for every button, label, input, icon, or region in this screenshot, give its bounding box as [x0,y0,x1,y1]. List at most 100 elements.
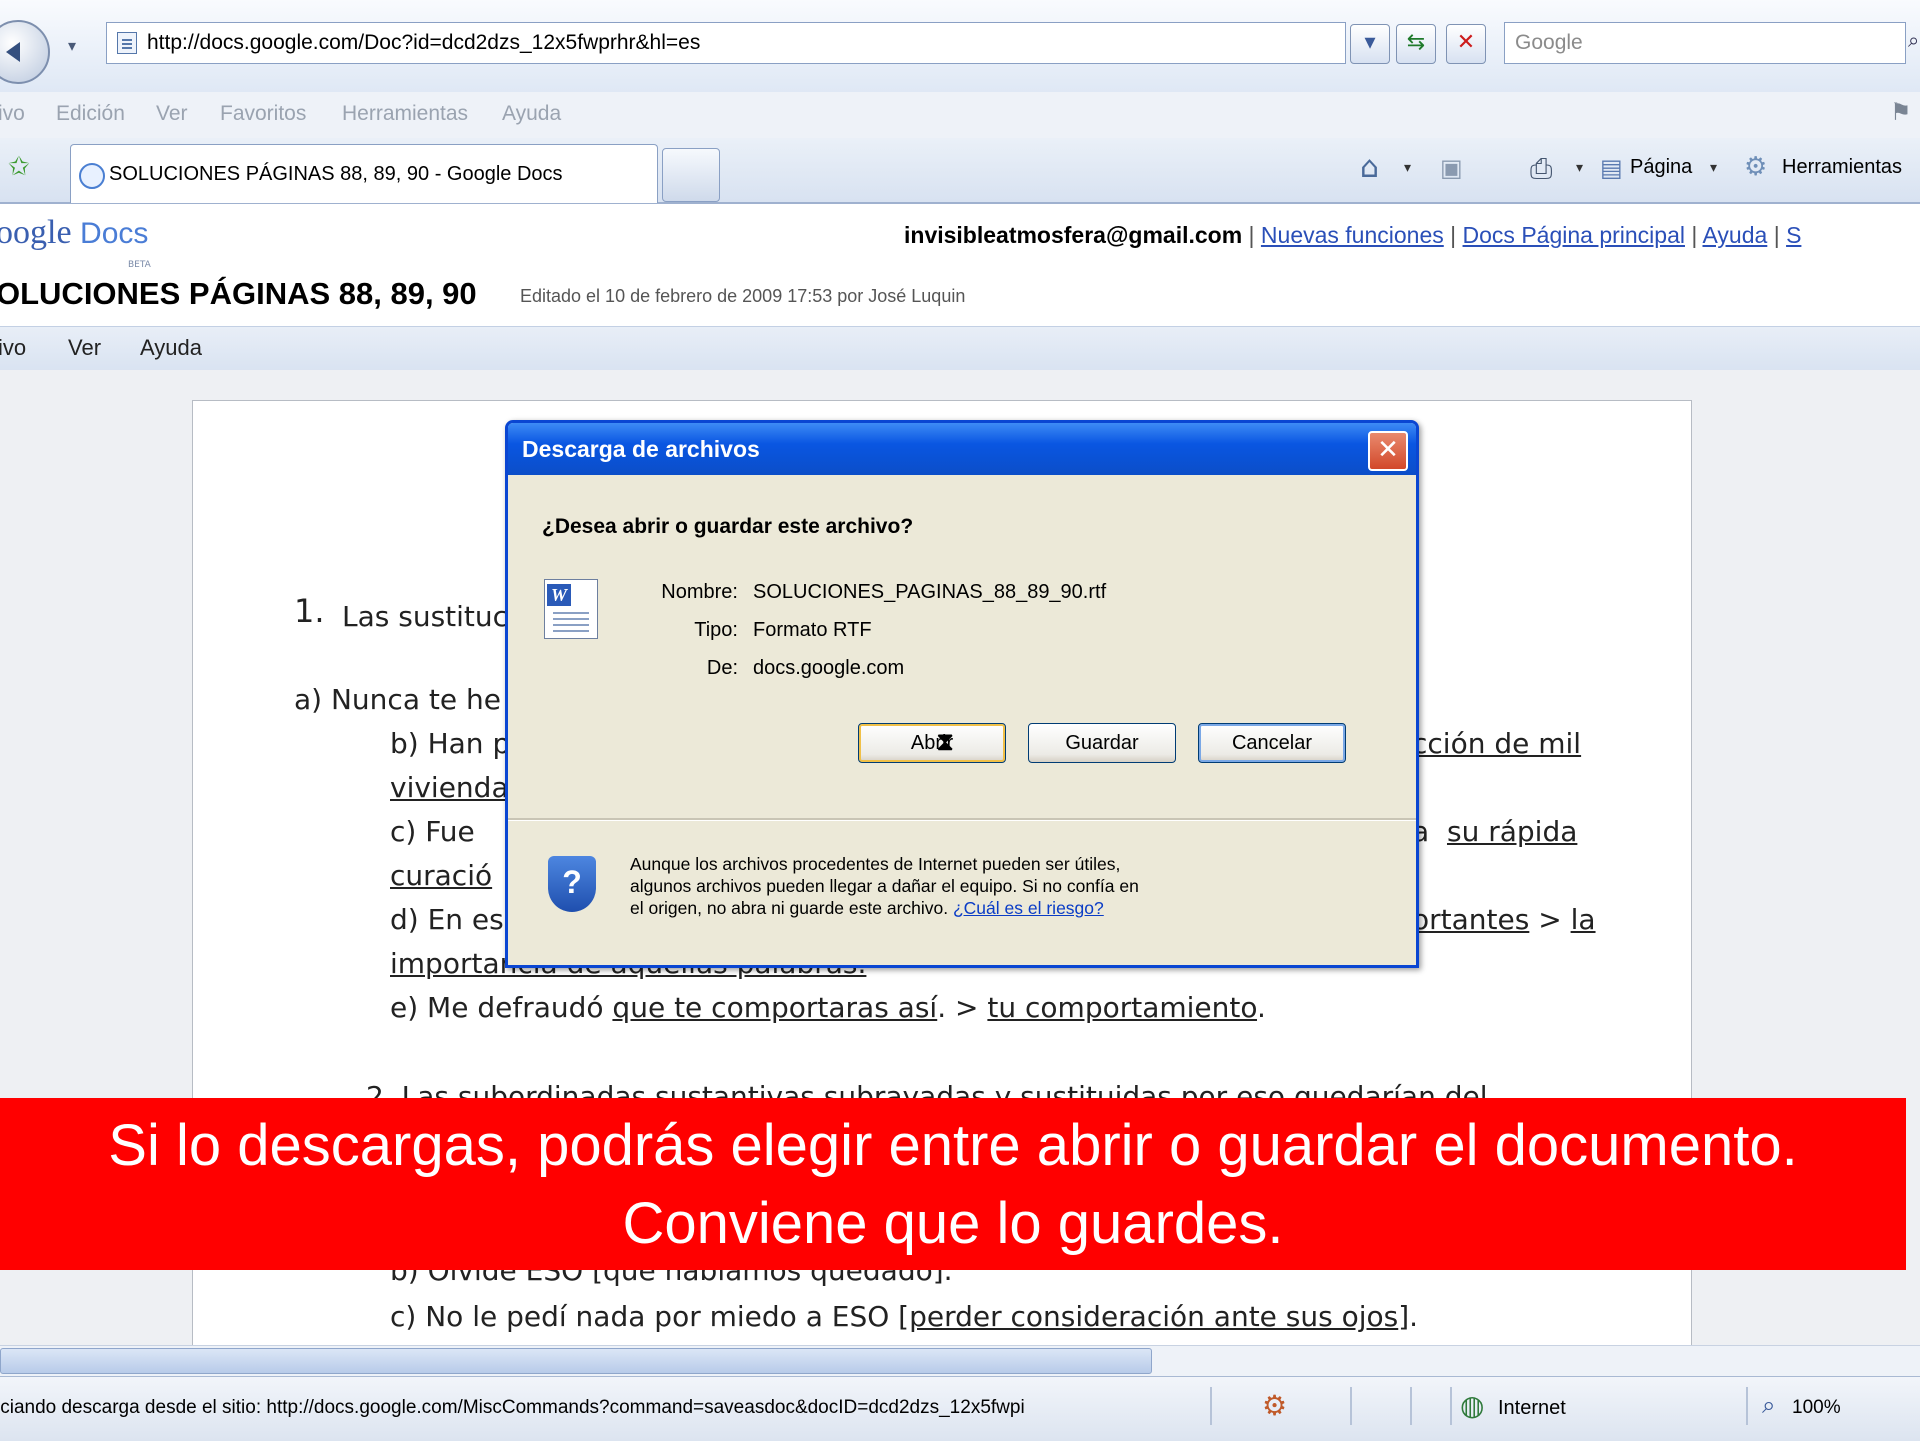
user-links: invisibleatmosfera@gmail.com | Nuevas fu… [904,222,1802,248]
dialog-title: Descarga de archivos [522,436,760,462]
home-dropdown-icon[interactable]: ▾ [1404,160,1411,176]
doc-line-c-right-u: su rápida [1446,815,1578,848]
search-placeholder: Google [1515,31,1583,54]
popup-blocker-icon[interactable]: ⚙ [1262,1389,1287,1422]
stop-icon[interactable]: ✕ [1446,24,1486,64]
doc-line-b2: vivienda [390,771,509,804]
page-dropdown-icon[interactable]: ▾ [1710,160,1717,176]
globe-icon: ◍ [1460,1389,1485,1422]
dialog-divider [508,818,1416,821]
gdocs-logo[interactable]: oogle Docs [0,214,148,252]
menu-help[interactable]: Ayuda [502,102,561,126]
doc-line-e-u2: tu comportamiento [987,991,1258,1024]
save-button[interactable]: Guardar [1028,723,1176,763]
tab-google-docs[interactable]: SOLUCIONES PÁGINAS 88, 89, 90 - Google D… [70,144,658,203]
menu-favorites[interactable]: Favoritos [220,102,306,126]
doc-menu-help[interactable]: Ayuda [140,335,202,361]
page-menu[interactable]: Página [1630,156,1692,179]
doc-edited-info: Editado el 10 de febrero de 2009 17:53 p… [520,286,966,306]
favorites-star-icon[interactable]: ✩ [8,152,30,182]
history-dropdown-icon[interactable]: ▾ [68,36,76,55]
link-signout[interactable]: S [1786,222,1801,248]
link-docs-home[interactable]: Docs Página principal [1463,222,1685,248]
cancel-button[interactable]: Cancelar [1198,723,1346,763]
file-type: Formato RTF [753,619,872,641]
loading-icon [79,163,105,189]
doc-line-b: b) Han p [390,727,511,760]
dialog-question: ¿Desea abrir o guardar este archivo? [542,515,914,538]
beta-label: BETA [128,260,151,270]
url-dropdown-button[interactable]: ▾ [1350,24,1390,64]
warning-line-1: Aunque los archivos procedentes de Inter… [630,854,1121,874]
zoom-level[interactable]: 100% [1792,1397,1841,1419]
doc-line-e-mid: . > [937,991,988,1024]
heading-number: 1. [294,592,325,630]
doc-line-c-right: a su rápida [1412,815,1577,848]
security-warning: Aunque los archivos procedentes de Inter… [630,853,1270,919]
doc-line-e-end: . [1257,991,1266,1024]
menu-edit[interactable]: Edición [56,102,125,126]
logo-prefix: oogle [0,214,72,251]
link-new-features[interactable]: Nuevas funciones [1261,222,1444,248]
doc-line-e-u1: que te comportaras así [612,991,938,1024]
logo-docs: Docs [80,217,149,250]
file-name: SOLUCIONES_PAGINAS_88_89_90.rtf [753,581,1107,603]
open-button[interactable]: Abrir [858,723,1006,763]
page-icon [117,32,137,54]
browser-menu-bar: ivo Edición Ver Favoritos Herramientas A… [0,92,1920,139]
windows-flag-icon: ⚑ [1890,98,1912,126]
doc-line-a: a) Nunca te he [294,683,501,716]
doc-menu-view[interactable]: Ver [68,335,101,361]
gear-icon: ⚙ [1744,152,1768,182]
heading-text: Las sustituc [342,600,509,633]
home-icon[interactable]: ⌂ [1360,150,1379,185]
new-tab-button[interactable] [662,148,720,202]
link-help[interactable]: Ayuda [1702,222,1767,248]
print-icon[interactable]: ⎙ [1530,152,1552,186]
label-name: Nombre: [661,581,738,603]
tab-bar: ✩ SOLUCIONES PÁGINAS 88, 89, 90 - Google… [0,138,1920,204]
doc-line-c3-u: perder consideración ante sus ojos [909,1300,1399,1333]
doc-menu-bar: ivo Ver Ayuda [0,326,1920,371]
doc-line-d-right: ortantes > la [1412,903,1596,936]
feeds-icon[interactable]: ▣ [1440,154,1463,182]
file-download-dialog: Descarga de archivos ✕ ¿Desea abrir o gu… [505,420,1419,968]
print-dropdown-icon[interactable]: ▾ [1576,160,1583,176]
label-type: Tipo: [694,619,738,641]
menu-file[interactable]: ivo [0,102,25,126]
doc-title: OLUCIONES PÁGINAS 88, 89, 90 [0,276,477,311]
warning-line-3: el origen, no abra ni guarde este archiv… [630,898,953,918]
doc-line-c: c) Fue [390,815,475,848]
url-field[interactable]: http://docs.google.com/Doc?id=dcd2dzs_12… [106,22,1346,64]
back-button[interactable] [0,20,50,84]
security-zone: Internet [1498,1397,1566,1419]
instruction-caption: Si lo descargas, podrás elegir entre abr… [0,1098,1906,1270]
page-icon: ▤ [1600,154,1623,182]
warning-line-2: algunos archivos pueden llegar a dañar e… [630,876,1139,896]
label-from: De: [706,657,738,679]
doc-line-d-right-gt: > [1529,903,1571,936]
caption-line-2: Conviene que lo guardes. [622,1191,1284,1256]
tab-label: SOLUCIONES PÁGINAS 88, 89, 90 - Google D… [109,163,563,185]
doc-line-c3-end: ]. [1398,1300,1419,1333]
status-bar: iciando descarga desde el sitio: http://… [0,1376,1920,1441]
close-icon[interactable]: ✕ [1368,431,1408,471]
doc-menu-file[interactable]: ivo [0,335,26,361]
doc-line-d-right-la: la [1570,903,1596,936]
tools-menu[interactable]: Herramientas [1782,156,1902,179]
doc-line-c2: curació [390,859,493,892]
status-text: iciando descarga desde el sitio: http://… [0,1397,1025,1418]
dialog-titlebar[interactable]: Descarga de archivos ✕ [508,423,1416,475]
doc-line-c3: c) No le pedí nada por miedo a ESO [perd… [390,1300,1418,1333]
menu-view[interactable]: Ver [156,102,188,126]
refresh-icon[interactable]: ⇆ [1396,24,1436,64]
search-icon[interactable]: ⌕ [1908,28,1919,52]
scrollbar-thumb[interactable] [0,1348,1152,1374]
doc-line-c3-prefix: c) No le pedí nada por miedo a ESO [ [390,1300,910,1333]
zoom-icon[interactable]: ⌕ [1762,1391,1775,1419]
menu-tools[interactable]: Herramientas [342,102,468,126]
risk-link[interactable]: ¿Cuál es el riesgo? [953,898,1104,918]
user-email: invisibleatmosfera@gmail.com [904,222,1243,248]
search-input[interactable]: Google [1504,22,1906,64]
url-text: http://docs.google.com/Doc?id=dcd2dzs_12… [147,31,701,54]
